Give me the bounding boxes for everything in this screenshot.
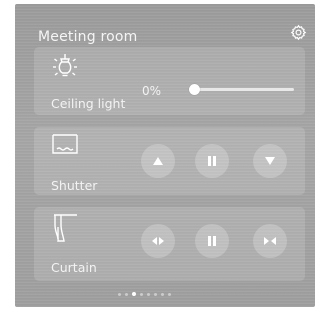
curtain-close-button[interactable] — [253, 224, 287, 258]
curtain-card: Curtain — [34, 207, 305, 281]
pause-icon — [208, 156, 216, 166]
page-dot[interactable] — [154, 292, 157, 296]
page-dot[interactable] — [125, 292, 128, 296]
pause-icon — [208, 236, 216, 246]
shutter-icon — [50, 133, 80, 161]
page-dot[interactable] — [132, 292, 136, 296]
page-indicator — [118, 292, 171, 296]
ceiling-light-icon — [50, 53, 80, 81]
gear-icon[interactable] — [286, 20, 310, 44]
page-dot[interactable] — [140, 292, 143, 296]
page-dot[interactable] — [161, 292, 164, 296]
room-title: Meeting room — [38, 29, 138, 45]
shutter-pause-button[interactable] — [195, 144, 229, 178]
shutter-up-button[interactable] — [141, 144, 175, 178]
shutter-label: Shutter — [51, 178, 98, 193]
shutter-down-button[interactable] — [253, 144, 287, 178]
curtain-open-button[interactable] — [141, 224, 175, 258]
curtain-pause-button[interactable] — [195, 224, 229, 258]
page-dot[interactable] — [168, 292, 171, 296]
ceiling-light-label: Ceiling light — [51, 96, 126, 111]
ceiling-light-card: Ceiling light 0% — [34, 47, 305, 115]
open-curtain-icon — [152, 237, 164, 245]
page-dot[interactable] — [118, 292, 121, 296]
curtain-icon — [50, 213, 80, 242]
slider-thumb[interactable] — [189, 84, 200, 95]
shutter-card: Shutter — [34, 127, 305, 195]
up-arrow-icon — [153, 157, 163, 165]
light-dimmer-slider[interactable] — [189, 84, 294, 95]
curtain-label: Curtain — [51, 260, 97, 275]
close-curtain-icon — [264, 237, 276, 245]
down-arrow-icon — [265, 157, 275, 165]
light-level-text: 0% — [142, 84, 162, 98]
page-dot[interactable] — [147, 292, 150, 296]
